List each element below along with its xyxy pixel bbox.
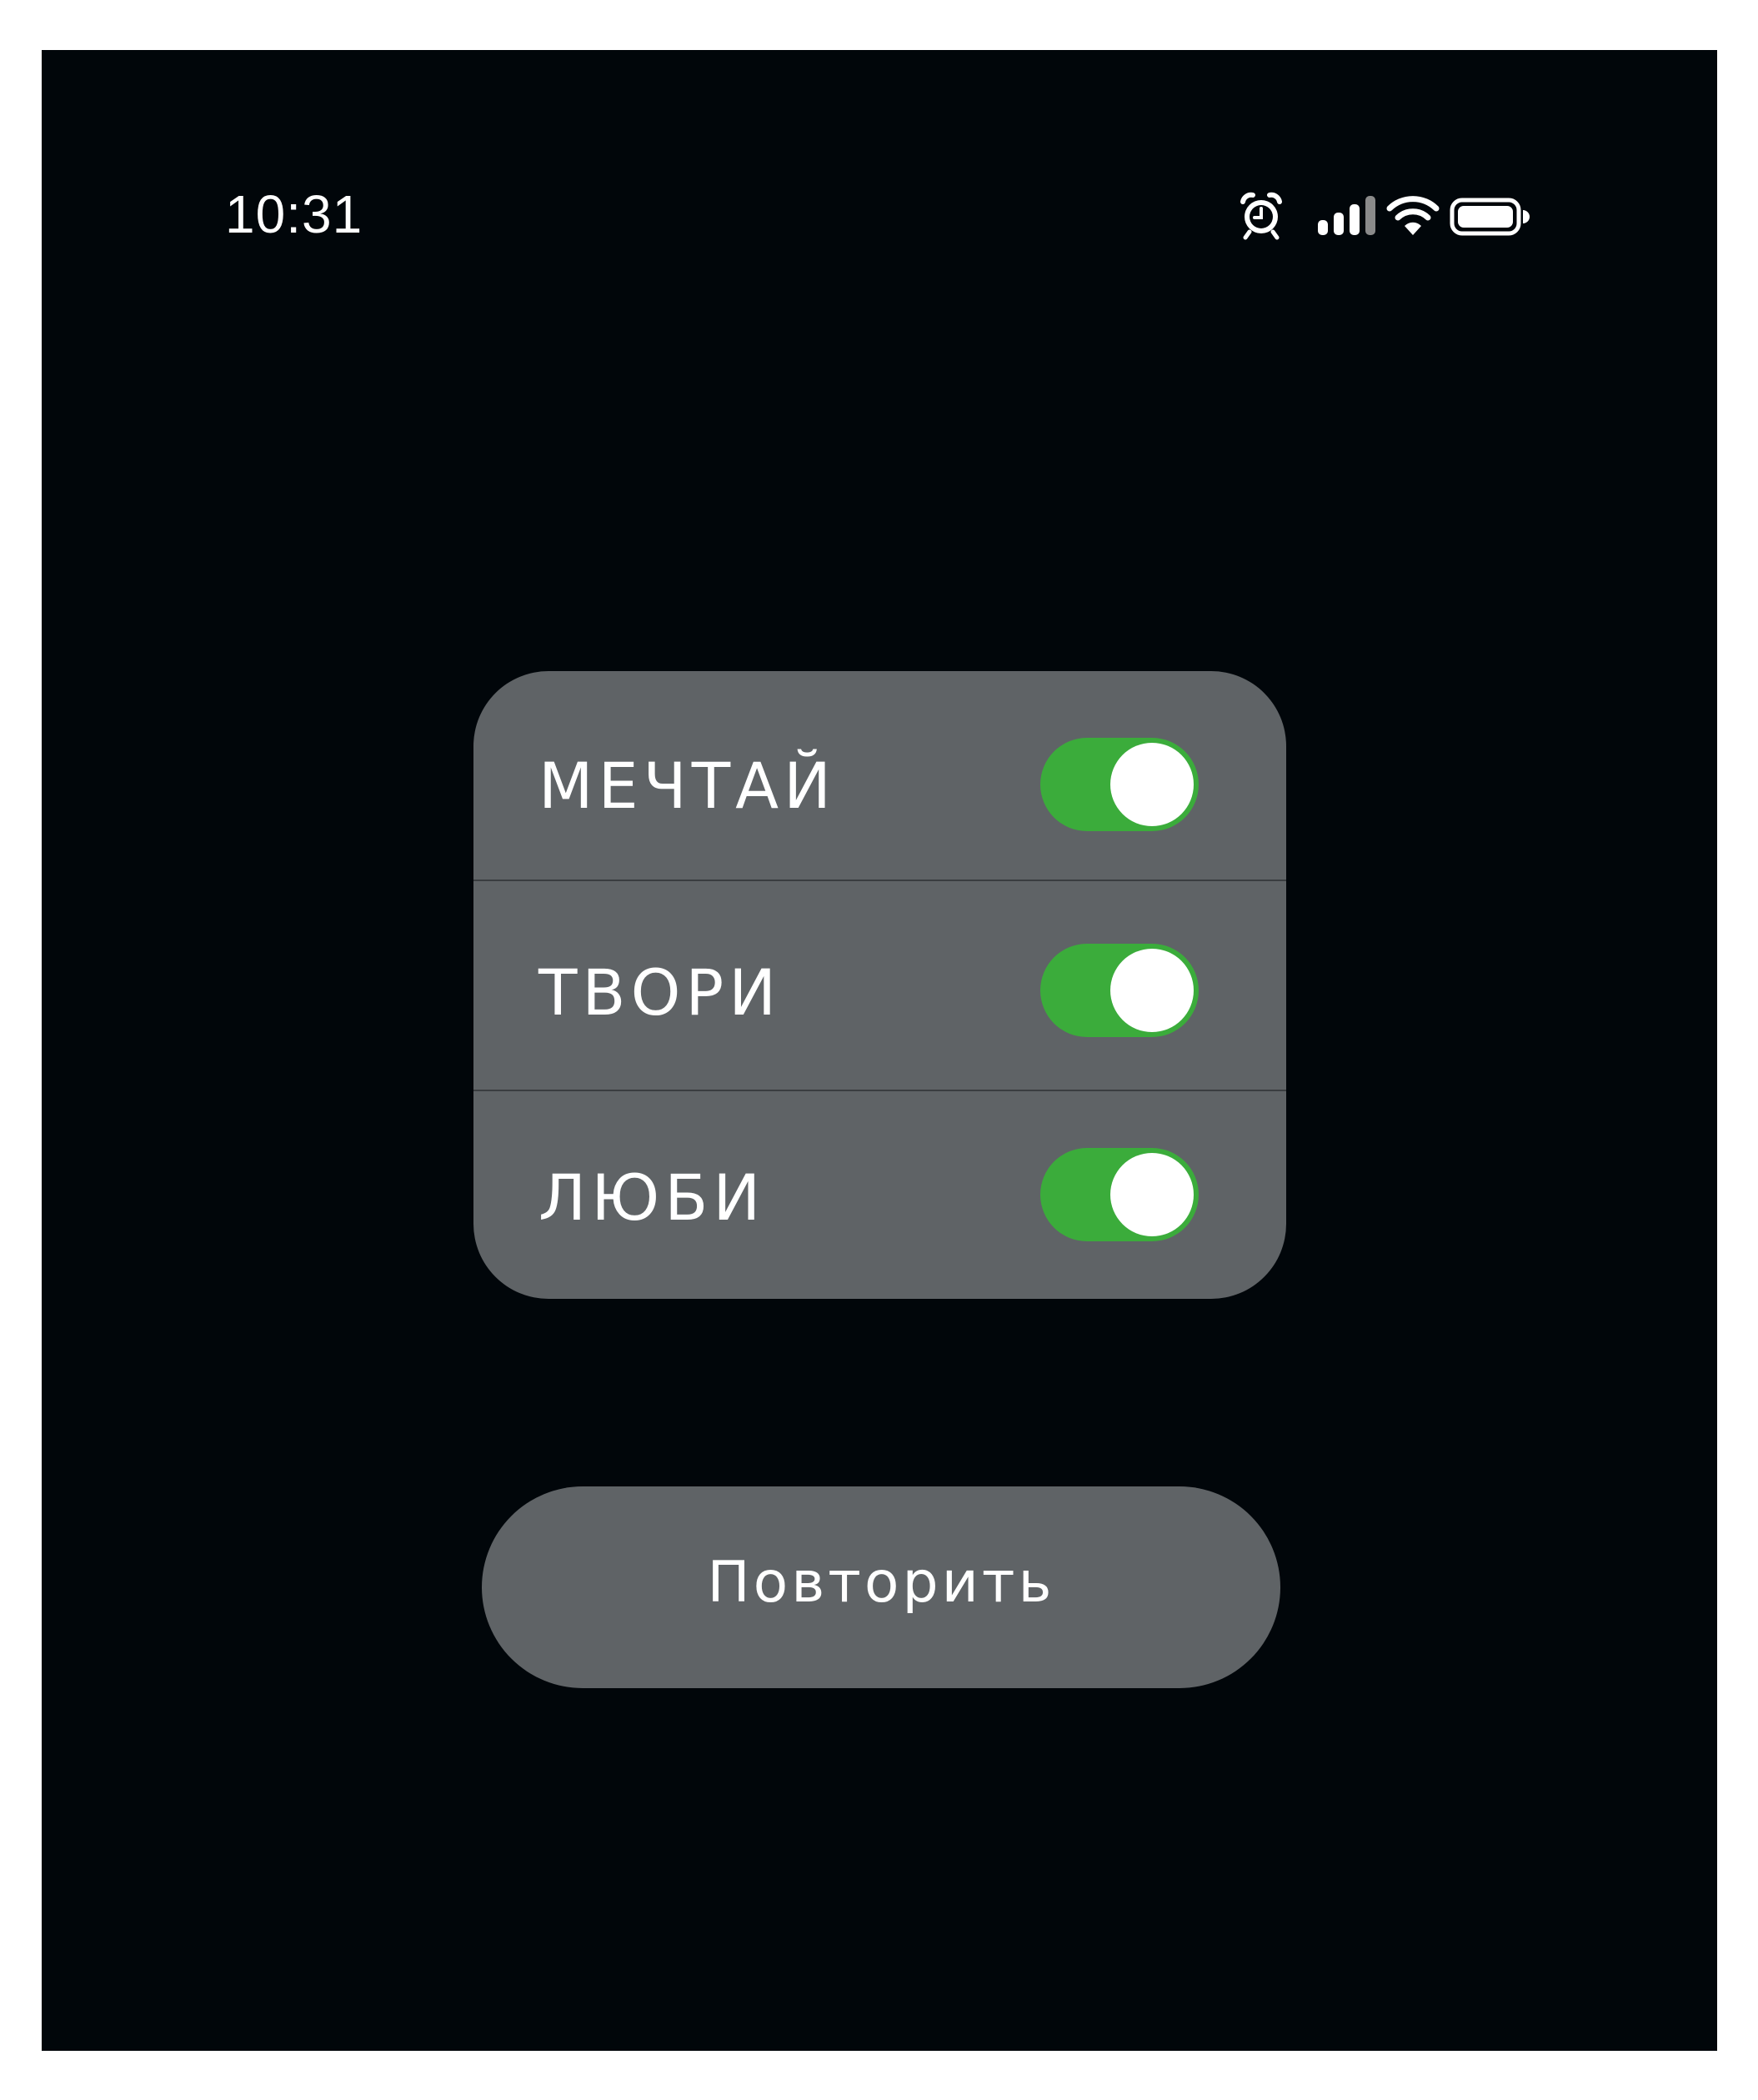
repeat-button-label: Повторить xyxy=(707,1550,1055,1616)
love-toggle-switch[interactable] xyxy=(1040,1148,1199,1241)
toggle-row-love: ЛЮБИ xyxy=(473,1091,1286,1299)
wifi-icon xyxy=(1386,196,1440,235)
repeat-button[interactable]: Повторить xyxy=(482,1486,1280,1688)
toggle-knob xyxy=(1110,949,1194,1032)
toggle-row-create: ТВОРИ xyxy=(473,881,1286,1090)
phone-screen: 10:31 МЕЧТАЙ ТВОРИ ЛЮБИ Повторить xyxy=(42,50,1717,2051)
toggle-label: МЕЧТАЙ xyxy=(538,749,836,823)
toggle-row-dream: МЕЧТАЙ xyxy=(473,671,1286,880)
toggle-label: ТВОРИ xyxy=(538,955,782,1030)
alarm-icon xyxy=(1240,192,1282,240)
toggle-card: МЕЧТАЙ ТВОРИ ЛЮБИ xyxy=(473,671,1286,1299)
status-bar: 10:31 xyxy=(42,50,1717,300)
dream-toggle-switch[interactable] xyxy=(1040,738,1199,831)
create-toggle-switch[interactable] xyxy=(1040,944,1199,1037)
status-time: 10:31 xyxy=(225,184,363,244)
toggle-label: ЛЮБИ xyxy=(538,1160,766,1235)
battery-icon xyxy=(1450,198,1530,236)
toggle-knob xyxy=(1110,1153,1194,1236)
cellular-signal-icon xyxy=(1318,196,1375,235)
toggle-knob xyxy=(1110,743,1194,826)
